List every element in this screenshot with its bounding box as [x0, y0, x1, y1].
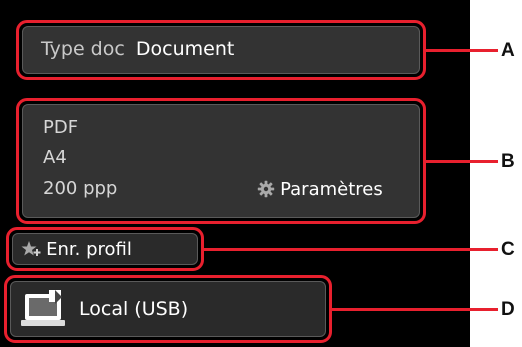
doc-type-button[interactable]: Type doc Document [22, 26, 420, 74]
callout-label-c: C [501, 239, 515, 260]
gear-icon [257, 180, 275, 201]
computer-usb-icon [21, 288, 69, 334]
settings-label: Paramètres [280, 179, 383, 200]
callout-label-a: A [501, 40, 515, 61]
callout-line-a [426, 49, 498, 52]
settings-link[interactable]: Paramètres [257, 180, 383, 201]
doc-type-key: Type doc [41, 38, 125, 60]
save-profile-label: Enr. profil [46, 239, 132, 260]
callout-label-b: B [501, 151, 515, 172]
callout-line-b [426, 160, 498, 163]
paper-size-value: A4 [43, 147, 67, 168]
scan-settings-button[interactable]: PDF A4 200 ppp Paramètres [22, 104, 420, 218]
destination-label: Local (USB) [79, 298, 189, 320]
save-profile-button[interactable]: Enr. profil [12, 233, 198, 265]
callout-line-c [204, 248, 498, 251]
callout-label-d: D [501, 299, 515, 320]
callout-line-d [332, 308, 498, 311]
printer-lcd-screen: Type doc Document PDF A4 200 ppp Paramèt… [0, 0, 470, 347]
destination-button[interactable]: Local (USB) [10, 281, 326, 337]
format-value: PDF [43, 117, 79, 138]
doc-type-value: Document [135, 38, 235, 60]
resolution-value: 200 ppp [43, 178, 118, 199]
star-plus-icon [21, 240, 41, 261]
